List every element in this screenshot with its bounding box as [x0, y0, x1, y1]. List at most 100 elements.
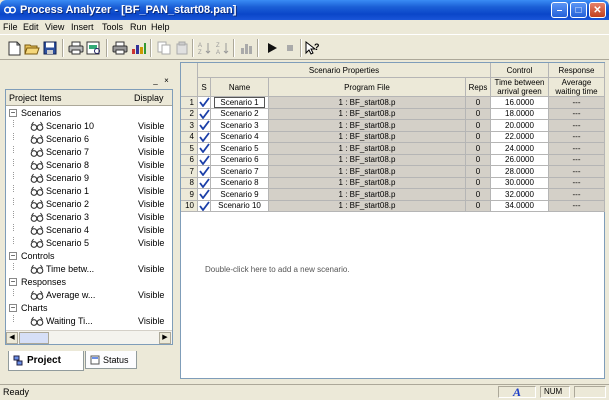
scenario-name-cell[interactable]: Scenario 9 [211, 189, 269, 201]
checkmark-icon[interactable] [198, 120, 210, 131]
sort-ascending-icon[interactable]: AZ [197, 40, 213, 56]
tree-item[interactable]: Scenario 2 Visible [6, 198, 172, 211]
program-file-cell[interactable]: 1 : BF_start08.p [269, 120, 466, 132]
minimize-button[interactable]: – [551, 2, 568, 18]
chart-icon[interactable] [239, 40, 255, 56]
reps-cell[interactable]: 0 [466, 189, 491, 201]
scroll-thumb[interactable] [19, 332, 49, 344]
tree-item[interactable]: Scenario 10 Visible [6, 120, 172, 133]
time-between-cell[interactable]: 22.0000 [491, 131, 549, 143]
program-file-cell[interactable]: 1 : BF_start08.p [269, 108, 466, 120]
reps-cell[interactable]: 0 [466, 120, 491, 132]
row-select-cell[interactable] [198, 143, 211, 155]
row-number[interactable]: 9 [181, 189, 198, 201]
scenario-name-cell[interactable]: Scenario 3 [211, 120, 269, 132]
print-alt-icon[interactable] [112, 40, 128, 56]
open-folder-icon[interactable] [24, 40, 40, 56]
reps-cell[interactable]: 0 [466, 200, 491, 212]
program-file-cell[interactable]: 1 : BF_start08.p [269, 97, 466, 109]
menu-edit[interactable]: Edit [23, 22, 39, 32]
scenario-name-cell[interactable]: Scenario 2 [211, 108, 269, 120]
collapse-icon[interactable]: − [9, 109, 17, 117]
time-between-cell[interactable]: 32.0000 [491, 189, 549, 201]
time-between-cell[interactable]: 34.0000 [491, 200, 549, 212]
tree-item[interactable]: Scenario 9 Visible [6, 172, 172, 185]
collapse-icon[interactable]: − [9, 304, 17, 312]
row-number[interactable]: 8 [181, 177, 198, 189]
tree-item[interactable]: Time betw... Visible [6, 263, 172, 276]
panel-close-icon[interactable]: × [162, 76, 171, 85]
checkmark-icon[interactable] [198, 155, 210, 165]
tree-item[interactable]: Scenario 5 Visible [6, 237, 172, 250]
tree-item[interactable]: Scenario 3 Visible [6, 211, 172, 224]
scenario-name-cell[interactable]: Scenario 6 [211, 154, 269, 166]
print-icon[interactable] [68, 40, 84, 56]
column-header-s[interactable]: S [198, 78, 211, 97]
panel-pin-icon[interactable]: _ [151, 76, 160, 85]
collapse-icon[interactable]: − [9, 252, 17, 260]
program-file-cell[interactable]: 1 : BF_start08.p [269, 143, 466, 155]
row-select-cell[interactable] [198, 154, 211, 166]
scenario-name-cell[interactable]: Scenario 4 [211, 131, 269, 143]
checkmark-icon[interactable] [198, 189, 210, 200]
row-select-cell[interactable] [198, 108, 211, 120]
collapse-icon[interactable]: − [9, 278, 17, 286]
checkmark-icon[interactable] [198, 132, 210, 142]
row-select-cell[interactable] [198, 97, 211, 109]
program-file-cell[interactable]: 1 : BF_start08.p [269, 189, 466, 201]
time-between-cell[interactable]: 20.0000 [491, 120, 549, 132]
program-file-cell[interactable]: 1 : BF_start08.p [269, 131, 466, 143]
scroll-left-icon[interactable]: ◀ [6, 332, 18, 344]
column-header-average-waiting[interactable]: Average waiting time [549, 78, 605, 97]
row-select-cell[interactable] [198, 200, 211, 212]
checkmark-icon[interactable] [198, 109, 210, 119]
reps-cell[interactable]: 0 [466, 143, 491, 155]
tree-item[interactable]: Scenario 7 Visible [6, 146, 172, 159]
row-select-cell[interactable] [198, 189, 211, 201]
program-file-cell[interactable]: 1 : BF_start08.p [269, 154, 466, 166]
column-header-program-file[interactable]: Program File [269, 78, 466, 97]
tree-item[interactable]: Scenario 6 Visible [6, 133, 172, 146]
tree-group[interactable]: − Charts [6, 302, 172, 315]
menu-run[interactable]: Run [130, 22, 147, 32]
column-header-reps[interactable]: Reps [466, 78, 491, 97]
menu-file[interactable]: File [3, 22, 18, 32]
program-file-cell[interactable]: 1 : BF_start08.p [269, 177, 466, 189]
row-number[interactable]: 6 [181, 154, 198, 166]
row-number[interactable]: 7 [181, 166, 198, 178]
time-between-cell[interactable]: 28.0000 [491, 166, 549, 178]
copy-icon[interactable] [174, 40, 190, 56]
close-button[interactable]: ✕ [589, 2, 606, 18]
row-select-cell[interactable] [198, 120, 211, 132]
row-number[interactable]: 1 [181, 97, 198, 109]
column-header-name[interactable]: Name [211, 78, 269, 97]
checkmark-icon[interactable] [198, 166, 210, 177]
reps-cell[interactable]: 0 [466, 177, 491, 189]
row-number[interactable]: 2 [181, 108, 198, 120]
sort-descending-icon[interactable]: ZA [215, 40, 231, 56]
checkmark-icon[interactable] [198, 97, 210, 108]
row-select-cell[interactable] [198, 166, 211, 178]
reps-cell[interactable]: 0 [466, 97, 491, 109]
time-between-cell[interactable]: 18.0000 [491, 108, 549, 120]
grid-corner[interactable] [181, 63, 198, 97]
col-display[interactable]: Display [134, 93, 164, 103]
tree-item[interactable]: Average w... Visible [6, 289, 172, 302]
tab-status[interactable]: Status [85, 351, 137, 369]
report-icon[interactable] [131, 40, 147, 56]
row-select-cell[interactable] [198, 177, 211, 189]
menu-view[interactable]: View [45, 22, 64, 32]
row-number[interactable]: 4 [181, 131, 198, 143]
time-between-cell[interactable]: 16.0000 [491, 97, 549, 109]
horizontal-scrollbar[interactable]: ◀ ▶ [6, 330, 172, 344]
tree-item[interactable]: Scenario 4 Visible [6, 224, 172, 237]
col-project-items[interactable]: Project Items [9, 93, 62, 103]
scenario-name-cell[interactable]: Scenario 8 [211, 177, 269, 189]
print-preview-icon[interactable] [86, 40, 102, 56]
scenario-name-cell[interactable]: Scenario 1 [211, 97, 269, 109]
help-pointer-icon[interactable]: ? [305, 40, 321, 56]
tab-project[interactable]: Project [8, 351, 84, 371]
tree-item[interactable]: Scenario 8 Visible [6, 159, 172, 172]
tree-group[interactable]: − Controls [6, 250, 172, 263]
row-number[interactable]: 3 [181, 120, 198, 132]
